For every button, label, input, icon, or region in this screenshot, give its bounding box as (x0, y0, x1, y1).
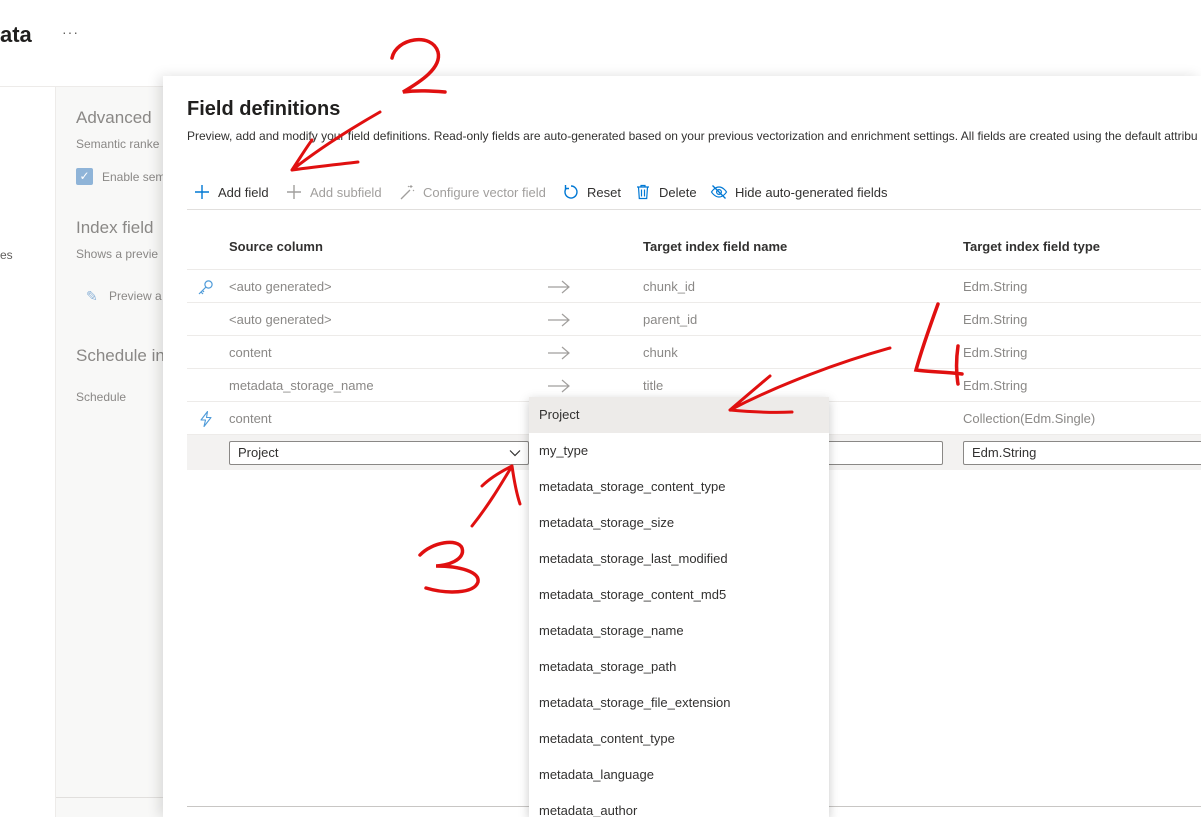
enable-semantic-checkbox[interactable]: ✓ (76, 168, 93, 185)
dropdown-option[interactable]: metadata_storage_last_modified (529, 541, 829, 577)
index-fields-title: Index field (76, 218, 154, 237)
target-type-cell: Edm.String (963, 378, 1028, 393)
plus-icon (285, 183, 303, 201)
target-name-cell: chunk (643, 345, 678, 360)
delete-button[interactable]: Delete (634, 180, 697, 204)
pane-bottom-divider (56, 797, 166, 798)
source-cell: <auto generated> (229, 279, 332, 294)
chevron-down-icon[interactable] (508, 445, 522, 459)
configure-vector-field-label: Configure vector field (423, 184, 546, 200)
source-cell: metadata_storage_name (229, 378, 374, 393)
toolbar: Add field Add subfield Configure vector … (187, 180, 1201, 204)
advanced-section-subtitle: Semantic ranke (76, 137, 160, 151)
reset-label: Reset (587, 184, 621, 200)
arrow-right-icon (547, 278, 571, 296)
toolbar-divider (187, 209, 1201, 210)
table-row[interactable]: <auto generated> chunk_id Edm.String (187, 269, 1201, 302)
more-options-button[interactable]: ··· (62, 24, 79, 40)
target-type-cell: Edm.String (963, 345, 1028, 360)
eye-hide-icon (710, 183, 728, 201)
column-header-target-name: Target index field name (643, 239, 788, 254)
enable-semantic-label: Enable sem (102, 170, 166, 184)
page-title: ata (0, 22, 32, 47)
table-row[interactable]: <auto generated> parent_id Edm.String (187, 302, 1201, 335)
column-header-target-type: Target index field type (963, 239, 1101, 254)
target-type-cell: Edm.String (963, 279, 1028, 294)
add-subfield-label: Add subfield (310, 184, 382, 200)
target-type-cell: Edm.String (963, 312, 1028, 327)
dropdown-option[interactable]: metadata_storage_path (529, 649, 829, 685)
source-cell: <auto generated> (229, 312, 332, 327)
source-column-select[interactable]: Project (229, 441, 529, 465)
dropdown-option[interactable]: metadata_storage_content_md5 (529, 577, 829, 613)
source-column-dropdown: Project my_type metadata_storage_content… (529, 397, 829, 817)
trash-icon (634, 183, 652, 201)
panel-description: Preview, add and modify your field defin… (187, 129, 1198, 143)
add-field-label: Add field (218, 184, 269, 200)
hide-auto-generated-button[interactable]: Hide auto-generated fields (710, 180, 888, 204)
hide-auto-generated-label: Hide auto-generated fields (735, 184, 888, 200)
schedule-section-title: Schedule in (76, 346, 165, 365)
dropdown-option-project[interactable]: Project (529, 397, 829, 433)
target-field-type-select[interactable]: Edm.String (963, 441, 1201, 465)
add-field-button[interactable]: Add field (193, 180, 269, 204)
target-type-cell: Collection(Edm.Single) (963, 411, 1096, 426)
dropdown-option[interactable]: metadata_storage_file_extension (529, 685, 829, 721)
table-row[interactable]: content chunk Edm.String (187, 335, 1201, 368)
arrow-right-icon (547, 344, 571, 362)
delete-label: Delete (659, 184, 697, 200)
add-subfield-button[interactable]: Add subfield (285, 180, 382, 204)
lightning-icon (197, 410, 215, 428)
key-icon (197, 278, 215, 296)
refresh-icon (562, 183, 580, 201)
settings-pane (56, 87, 176, 817)
source-column-value: Project (238, 445, 279, 460)
dropdown-option[interactable]: metadata_storage_name (529, 613, 829, 649)
column-header-source: Source column (229, 239, 323, 254)
index-fields-subtitle: Shows a previe (76, 247, 159, 261)
configure-vector-field-button[interactable]: Configure vector field (398, 180, 546, 204)
source-cell: content (229, 411, 272, 426)
advanced-section-title: Advanced (76, 108, 152, 127)
target-name-cell: chunk_id (643, 279, 696, 294)
dropdown-option[interactable]: metadata_author (529, 793, 829, 817)
reset-button[interactable]: Reset (562, 180, 621, 204)
dropdown-option[interactable]: metadata_content_type (529, 721, 829, 757)
source-cell: content (229, 345, 272, 360)
plus-icon (193, 183, 211, 201)
left-nav-fragment: es (0, 248, 13, 262)
magic-wand-icon (398, 183, 416, 201)
schedule-label: Schedule (76, 390, 127, 404)
panel-title: Field definitions (187, 98, 341, 120)
pencil-icon: ✎ (86, 288, 98, 304)
arrow-right-icon (547, 377, 571, 395)
dropdown-option[interactable]: metadata_language (529, 757, 829, 793)
dropdown-option[interactable]: metadata_storage_size (529, 505, 829, 541)
dropdown-option[interactable]: metadata_storage_content_type (529, 469, 829, 505)
preview-link[interactable]: Preview a (109, 289, 162, 303)
dropdown-option[interactable]: my_type (529, 433, 829, 469)
target-name-cell: parent_id (643, 312, 698, 327)
arrow-right-icon (547, 311, 571, 329)
